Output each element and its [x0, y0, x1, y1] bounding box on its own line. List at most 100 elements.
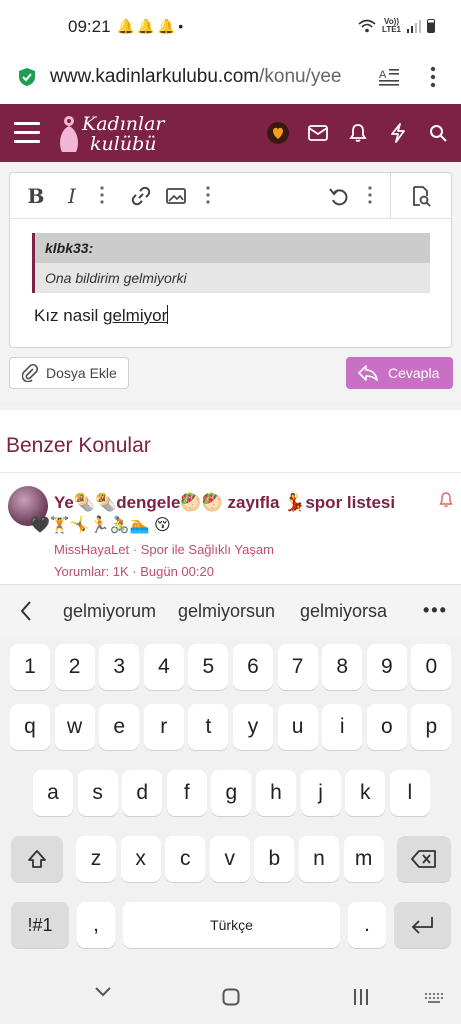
- shift-key[interactable]: [11, 836, 63, 882]
- hamburger-menu-icon[interactable]: [14, 122, 40, 144]
- symbols-key[interactable]: !#1: [11, 902, 69, 948]
- rich-text-editor[interactable]: B I klbk33: Ona bildirim gelmiyorki Kız …: [9, 172, 452, 348]
- notification-icons: 🔔🔔🔔•: [117, 18, 187, 34]
- quote-block: klbk33: Ona bildirim gelmiyorki: [32, 233, 430, 293]
- quote-text: Ona bildirim gelmiyorki: [35, 263, 430, 293]
- toolbar-divider: [390, 173, 391, 219]
- paperclip-icon: [22, 364, 38, 382]
- editor-toolbar: B I: [10, 173, 451, 219]
- key-g[interactable]: g: [211, 770, 252, 816]
- key-f[interactable]: f: [166, 770, 207, 816]
- keyboard-suggestion-bar: gelmiyorum gelmiyorsun gelmiyorsa •••: [0, 584, 461, 636]
- recent-apps-icon[interactable]: [352, 988, 370, 1006]
- key-5[interactable]: 5: [188, 644, 229, 690]
- key-9[interactable]: 9: [366, 644, 407, 690]
- key-8[interactable]: 8: [322, 644, 363, 690]
- reply-button[interactable]: Cevapla: [346, 357, 453, 389]
- period-key[interactable]: .: [348, 902, 386, 948]
- key-m[interactable]: m: [343, 836, 384, 882]
- key-2[interactable]: 2: [54, 644, 95, 690]
- suggestion-1[interactable]: gelmiyorum: [63, 601, 156, 622]
- image-icon[interactable]: [166, 184, 186, 208]
- suggestion-3[interactable]: gelmiyorsa: [300, 601, 387, 622]
- enter-key[interactable]: [394, 902, 451, 948]
- key-7[interactable]: 7: [277, 644, 318, 690]
- key-d[interactable]: d: [122, 770, 163, 816]
- space-key[interactable]: Türkçe: [123, 902, 340, 948]
- key-l[interactable]: l: [389, 770, 430, 816]
- chevron-left-icon[interactable]: [18, 599, 34, 623]
- thread-title-emoji-line[interactable]: 🖤🏋️🤸🏃🚴🏊 😚: [30, 516, 171, 536]
- home-icon[interactable]: [222, 988, 240, 1006]
- more-options-icon-3[interactable]: [368, 186, 372, 204]
- thread-meta: MissHayaLet · Spor ile Sağlıklı Yaşam: [54, 542, 274, 557]
- bell-icon[interactable]: [345, 120, 371, 146]
- thread-forum-link[interactable]: Spor ile Sağlıklı Yaşam: [141, 542, 274, 557]
- battery-icon: [427, 19, 435, 33]
- link-icon[interactable]: [130, 184, 152, 208]
- backspace-key[interactable]: [397, 836, 451, 882]
- logo-line1: Kadınlar: [82, 113, 165, 135]
- key-1[interactable]: 1: [10, 644, 50, 690]
- shift-arrow-icon: [28, 850, 46, 868]
- key-u[interactable]: u: [277, 704, 318, 750]
- key-o[interactable]: o: [366, 704, 407, 750]
- lightning-icon[interactable]: [385, 120, 411, 146]
- key-z[interactable]: z: [76, 836, 116, 882]
- more-options-icon[interactable]: [100, 186, 104, 204]
- key-y[interactable]: y: [233, 704, 273, 750]
- watch-bell-icon[interactable]: [439, 492, 453, 508]
- key-3[interactable]: 3: [99, 644, 140, 690]
- thread-author-link[interactable]: MissHayaLet: [54, 542, 129, 557]
- url-text[interactable]: www.kadinlarkulubu.com/konu/yee: [50, 66, 370, 88]
- search-icon[interactable]: [425, 120, 451, 146]
- chevron-down-icon[interactable]: [94, 986, 112, 998]
- key-b[interactable]: b: [254, 836, 295, 882]
- more-horizontal-icon[interactable]: •••: [423, 600, 448, 621]
- key-n[interactable]: n: [299, 836, 339, 882]
- key-6[interactable]: 6: [233, 644, 273, 690]
- keyboard-toggle-icon[interactable]: [424, 992, 444, 1004]
- text-caret: [167, 305, 169, 324]
- more-options-icon-2[interactable]: [206, 186, 210, 204]
- italic-button[interactable]: I: [62, 184, 82, 208]
- user-avatar-icon[interactable]: [265, 120, 291, 146]
- editor-input-text[interactable]: Kız nasil gelmiyor: [34, 305, 169, 326]
- on-screen-keyboard: 1234567890 qwertyuiop asdfghjkl zxcvbnm …: [0, 636, 461, 966]
- site-logo[interactable]: Kadınlar kulübü: [56, 112, 166, 156]
- key-p[interactable]: p: [411, 704, 452, 750]
- comma-key[interactable]: ,: [77, 902, 115, 948]
- key-r[interactable]: r: [143, 704, 184, 750]
- similar-topics-title: Benzer Konular: [6, 434, 151, 457]
- key-q[interactable]: q: [10, 704, 50, 750]
- key-4[interactable]: 4: [143, 644, 184, 690]
- reader-mode-icon[interactable]: A: [378, 66, 400, 88]
- preview-icon[interactable]: [410, 184, 432, 208]
- site-header: Kadınlar kulübü: [0, 104, 461, 162]
- kebab-icon[interactable]: [428, 66, 438, 88]
- shield-check-icon[interactable]: [18, 67, 36, 87]
- mail-icon[interactable]: [305, 120, 331, 146]
- attach-file-button[interactable]: Dosya Ekle: [9, 357, 129, 389]
- key-e[interactable]: e: [99, 704, 140, 750]
- key-i[interactable]: i: [322, 704, 363, 750]
- key-0[interactable]: 0: [411, 644, 452, 690]
- key-j[interactable]: j: [300, 770, 341, 816]
- enter-arrow-icon: [411, 917, 433, 934]
- key-h[interactable]: h: [256, 770, 296, 816]
- key-x[interactable]: x: [120, 836, 161, 882]
- logo-figure-icon: [60, 116, 78, 152]
- browser-url-bar[interactable]: www.kadinlarkulubu.com/konu/yee A: [0, 52, 461, 104]
- key-c[interactable]: c: [165, 836, 206, 882]
- key-s[interactable]: s: [77, 770, 118, 816]
- key-t[interactable]: t: [188, 704, 229, 750]
- key-w[interactable]: w: [54, 704, 95, 750]
- key-k[interactable]: k: [345, 770, 386, 816]
- key-a[interactable]: a: [33, 770, 73, 816]
- key-v[interactable]: v: [209, 836, 250, 882]
- bold-button[interactable]: B: [26, 184, 46, 208]
- reply-label: Cevapla: [388, 365, 440, 381]
- undo-icon[interactable]: [328, 184, 350, 208]
- thread-title-link[interactable]: Ye🌯🌯dengele🥙🥙 zayıfla 💃spor listesi: [54, 490, 434, 516]
- suggestion-2[interactable]: gelmiyorsun: [178, 601, 275, 622]
